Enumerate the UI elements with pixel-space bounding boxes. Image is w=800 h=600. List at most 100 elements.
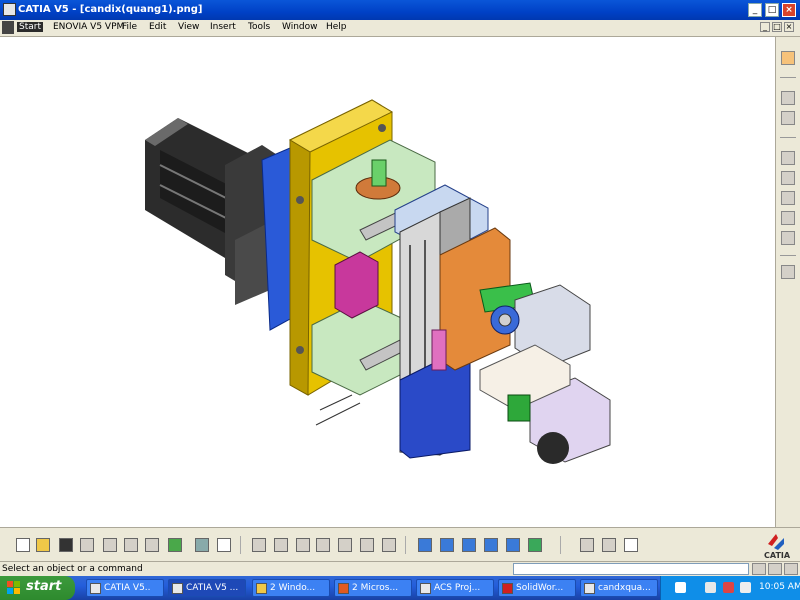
toolbar-separator <box>780 137 796 138</box>
redo-icon[interactable] <box>195 538 209 552</box>
zoom-out-icon[interactable] <box>506 538 520 552</box>
formula-icon[interactable] <box>252 538 266 552</box>
menu-help[interactable]: Help <box>326 22 347 32</box>
minimize-button[interactable]: _ <box>748 3 762 17</box>
menu-window[interactable]: Window <box>282 22 318 32</box>
bottom-toolbar: CATIA <box>0 527 800 562</box>
taskbar-item[interactable]: SolidWor... <box>498 579 576 597</box>
view-icon[interactable] <box>781 91 795 105</box>
command-input[interactable] <box>513 563 749 575</box>
status-bar: Select an object or a command <box>0 561 800 577</box>
menu-tools[interactable]: Tools <box>248 22 270 32</box>
document-menu-icon[interactable] <box>2 21 14 34</box>
pan-icon[interactable] <box>440 538 454 552</box>
normal-view-icon[interactable] <box>528 538 542 552</box>
spring <box>431 329 447 371</box>
mdi-minimize-button[interactable]: _ <box>760 22 770 32</box>
toolbar-separator <box>405 536 406 554</box>
taskbar: start CATIA V5.. CATIA V5 ... 2 Windo...… <box>0 576 800 600</box>
catia-app-icon <box>172 583 183 594</box>
toolbar-separator <box>560 536 561 554</box>
magenta-part <box>334 251 379 319</box>
command-option-button[interactable] <box>752 563 766 575</box>
antivirus-icon[interactable] <box>723 582 734 593</box>
search-icon[interactable] <box>624 538 638 552</box>
measure-icon[interactable] <box>781 231 795 245</box>
copy-icon[interactable] <box>124 538 138 552</box>
task-label: 2 Windo... <box>270 583 316 593</box>
cut-icon[interactable] <box>103 538 117 552</box>
catalog-icon[interactable] <box>781 151 795 165</box>
whats-this-icon[interactable] <box>217 538 231 552</box>
first-page-icon[interactable] <box>580 538 594 552</box>
menu-start[interactable]: Start <box>17 22 43 32</box>
start-button[interactable]: start <box>0 576 75 600</box>
blue-plate <box>261 147 293 331</box>
windows-flag-icon <box>7 581 20 594</box>
title-bar[interactable]: CATIA V5 - [candix(quang1).png] _ □ × <box>0 0 800 20</box>
image-viewer-icon <box>584 583 595 594</box>
grid-icon[interactable] <box>338 538 352 552</box>
task-label: CATIA V5.. <box>104 583 151 593</box>
lock-icon[interactable] <box>382 538 396 552</box>
mdi-close-button[interactable]: × <box>784 22 794 32</box>
table-icon[interactable] <box>316 538 330 552</box>
command-ok-button[interactable] <box>784 563 798 575</box>
undo-icon[interactable] <box>168 538 182 552</box>
select-arrow-icon[interactable] <box>781 51 795 65</box>
system-tray: 10:05 AM <box>660 576 800 600</box>
menu-edit[interactable]: Edit <box>149 22 166 32</box>
taskbar-item[interactable]: ACS Proj... <box>416 579 494 597</box>
menu-view[interactable]: View <box>178 22 199 32</box>
previous-page-icon[interactable] <box>602 538 616 552</box>
menu-enovia[interactable]: ENOVIA V5 VPM <box>53 22 124 32</box>
status-text: Select an object or a command <box>2 564 143 574</box>
folder-icon <box>256 583 267 594</box>
task-label: candxqua... <box>598 583 651 593</box>
macro-icon[interactable] <box>274 538 288 552</box>
cad-assembly-model[interactable] <box>0 37 775 527</box>
taskbar-item[interactable]: CATIA V5 ... <box>168 579 246 597</box>
sketch-icon[interactable] <box>781 171 795 185</box>
task-label: SolidWor... <box>516 583 564 593</box>
3d-viewport[interactable] <box>0 37 775 527</box>
zoom-in-icon[interactable] <box>484 538 498 552</box>
save-icon[interactable] <box>59 538 73 552</box>
open-icon[interactable] <box>36 538 50 552</box>
menu-insert[interactable]: Insert <box>210 22 236 32</box>
help-icon[interactable] <box>675 582 686 593</box>
leader-line-2 <box>315 402 361 426</box>
new-icon[interactable] <box>16 538 30 552</box>
table-icon[interactable] <box>781 191 795 205</box>
catia-app-icon[interactable] <box>3 3 16 16</box>
maximize-button[interactable]: □ <box>765 3 779 17</box>
taskbar-item[interactable]: CATIA V5.. <box>86 579 164 597</box>
catia-app-icon <box>90 583 101 594</box>
compass-icon[interactable] <box>296 538 310 552</box>
task-label: CATIA V5 ... <box>186 583 239 593</box>
table-edit-icon[interactable] <box>781 211 795 225</box>
task-label: 2 Micros... <box>352 583 399 593</box>
hand-icon[interactable] <box>360 538 374 552</box>
zoom-icon[interactable] <box>781 111 795 125</box>
mdi-restore-button[interactable]: □ <box>772 22 782 32</box>
paste-icon[interactable] <box>145 538 159 552</box>
command-cancel-button[interactable] <box>768 563 782 575</box>
close-button[interactable]: × <box>782 3 796 17</box>
menu-file[interactable]: File <box>122 22 137 32</box>
window-title: CATIA V5 - [candix(quang1).png] <box>18 4 203 15</box>
print-icon[interactable] <box>80 538 94 552</box>
green-sensor <box>507 394 531 422</box>
lock-icon[interactable] <box>781 265 795 279</box>
taskbar-item[interactable]: candxqua... <box>580 579 658 597</box>
menu-bar: Start ENOVIA V5 VPM File Edit View Inser… <box>0 20 800 37</box>
start-label: start <box>26 579 62 594</box>
taskbar-item[interactable]: 2 Windo... <box>252 579 330 597</box>
network-icon[interactable] <box>740 582 751 593</box>
leader-line-1 <box>319 394 353 411</box>
right-toolbar <box>775 37 800 527</box>
rotate-icon[interactable] <box>462 538 476 552</box>
volume-icon[interactable] <box>705 582 716 593</box>
taskbar-item[interactable]: 2 Micros... <box>334 579 412 597</box>
fit-all-icon[interactable] <box>418 538 432 552</box>
